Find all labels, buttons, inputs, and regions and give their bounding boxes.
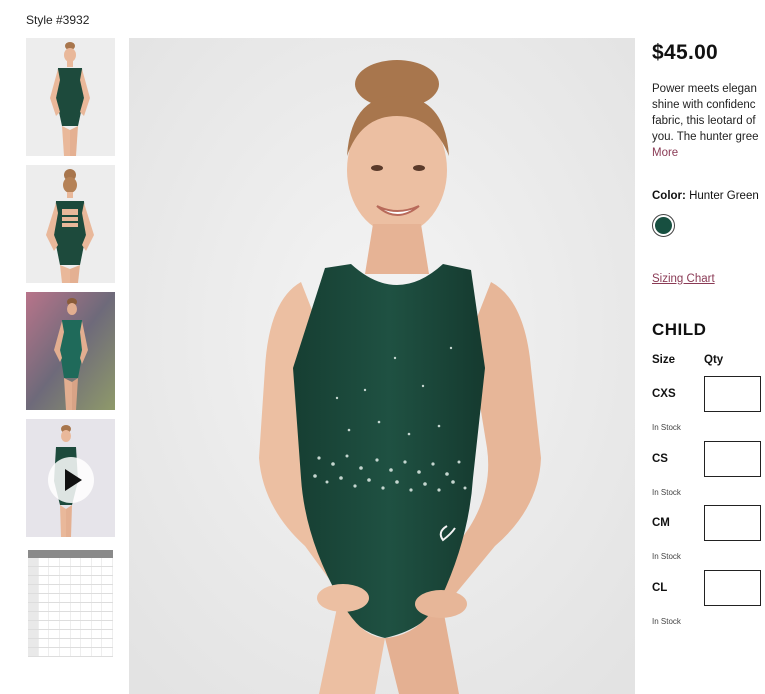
size-label: CL bbox=[652, 581, 668, 594]
size-row-cm: CM In Stock bbox=[652, 505, 765, 570]
thumbnail-lifestyle-view[interactable] bbox=[26, 292, 115, 410]
description-line: you. The hunter gree bbox=[652, 131, 759, 143]
size-label: CM bbox=[652, 517, 670, 529]
product-description: Power meets elegan shine with confidenc … bbox=[652, 81, 765, 161]
stock-status: In Stock bbox=[652, 552, 681, 561]
size-label: CXS bbox=[652, 388, 676, 400]
thumbnail-front-view[interactable] bbox=[26, 38, 115, 156]
color-label: Color: bbox=[652, 190, 686, 202]
stock-status: In Stock bbox=[652, 423, 681, 432]
stock-status: In Stock bbox=[652, 487, 681, 497]
sizing-chart-link[interactable]: Sizing Chart bbox=[652, 273, 715, 285]
more-link[interactable]: More bbox=[652, 145, 678, 161]
thumbnail-video[interactable] bbox=[26, 419, 115, 537]
quantity-input-cs[interactable] bbox=[704, 440, 761, 477]
swatch-fill bbox=[655, 217, 672, 234]
description-line: shine with confidenc bbox=[652, 99, 756, 111]
size-section-title: CHILD bbox=[652, 320, 707, 339]
thumbnail-back-view[interactable] bbox=[26, 165, 115, 283]
size-label: CS bbox=[652, 452, 668, 465]
quantity-input-cl[interactable] bbox=[704, 569, 761, 606]
qty-column-header: Qty bbox=[704, 354, 724, 366]
size-table-header: Size Qty bbox=[652, 354, 765, 366]
thumbnail-size-chart[interactable] bbox=[26, 546, 115, 664]
size-row-cxs: CXS In Stock bbox=[652, 376, 765, 441]
color-swatch-hunter-green[interactable] bbox=[652, 214, 675, 237]
size-table: CXS In Stock CS In Stock CM In Stock CL … bbox=[652, 376, 765, 634]
color-value: Hunter Green bbox=[689, 190, 759, 202]
size-column-header: Size bbox=[652, 354, 676, 366]
color-selection: Color: Hunter Green bbox=[652, 190, 765, 202]
main-product-image[interactable] bbox=[129, 38, 635, 694]
stock-status: In Stock bbox=[652, 616, 681, 626]
style-number: Style #3932 bbox=[26, 13, 90, 27]
quantity-input-cxs[interactable] bbox=[704, 376, 761, 412]
description-line: Power meets elegan bbox=[652, 83, 757, 95]
size-row-cs: CS In Stock bbox=[652, 440, 765, 506]
product-details-panel: $45.00 Power meets elegan shine with con… bbox=[652, 38, 765, 634]
product-price: $45.00 bbox=[652, 41, 719, 64]
quantity-input-cm[interactable] bbox=[704, 505, 761, 541]
play-icon[interactable] bbox=[48, 457, 94, 503]
description-line: fabric, this leotard of bbox=[652, 115, 756, 127]
size-row-cl: CL In Stock bbox=[652, 569, 765, 635]
thumbnail-list bbox=[26, 38, 115, 673]
